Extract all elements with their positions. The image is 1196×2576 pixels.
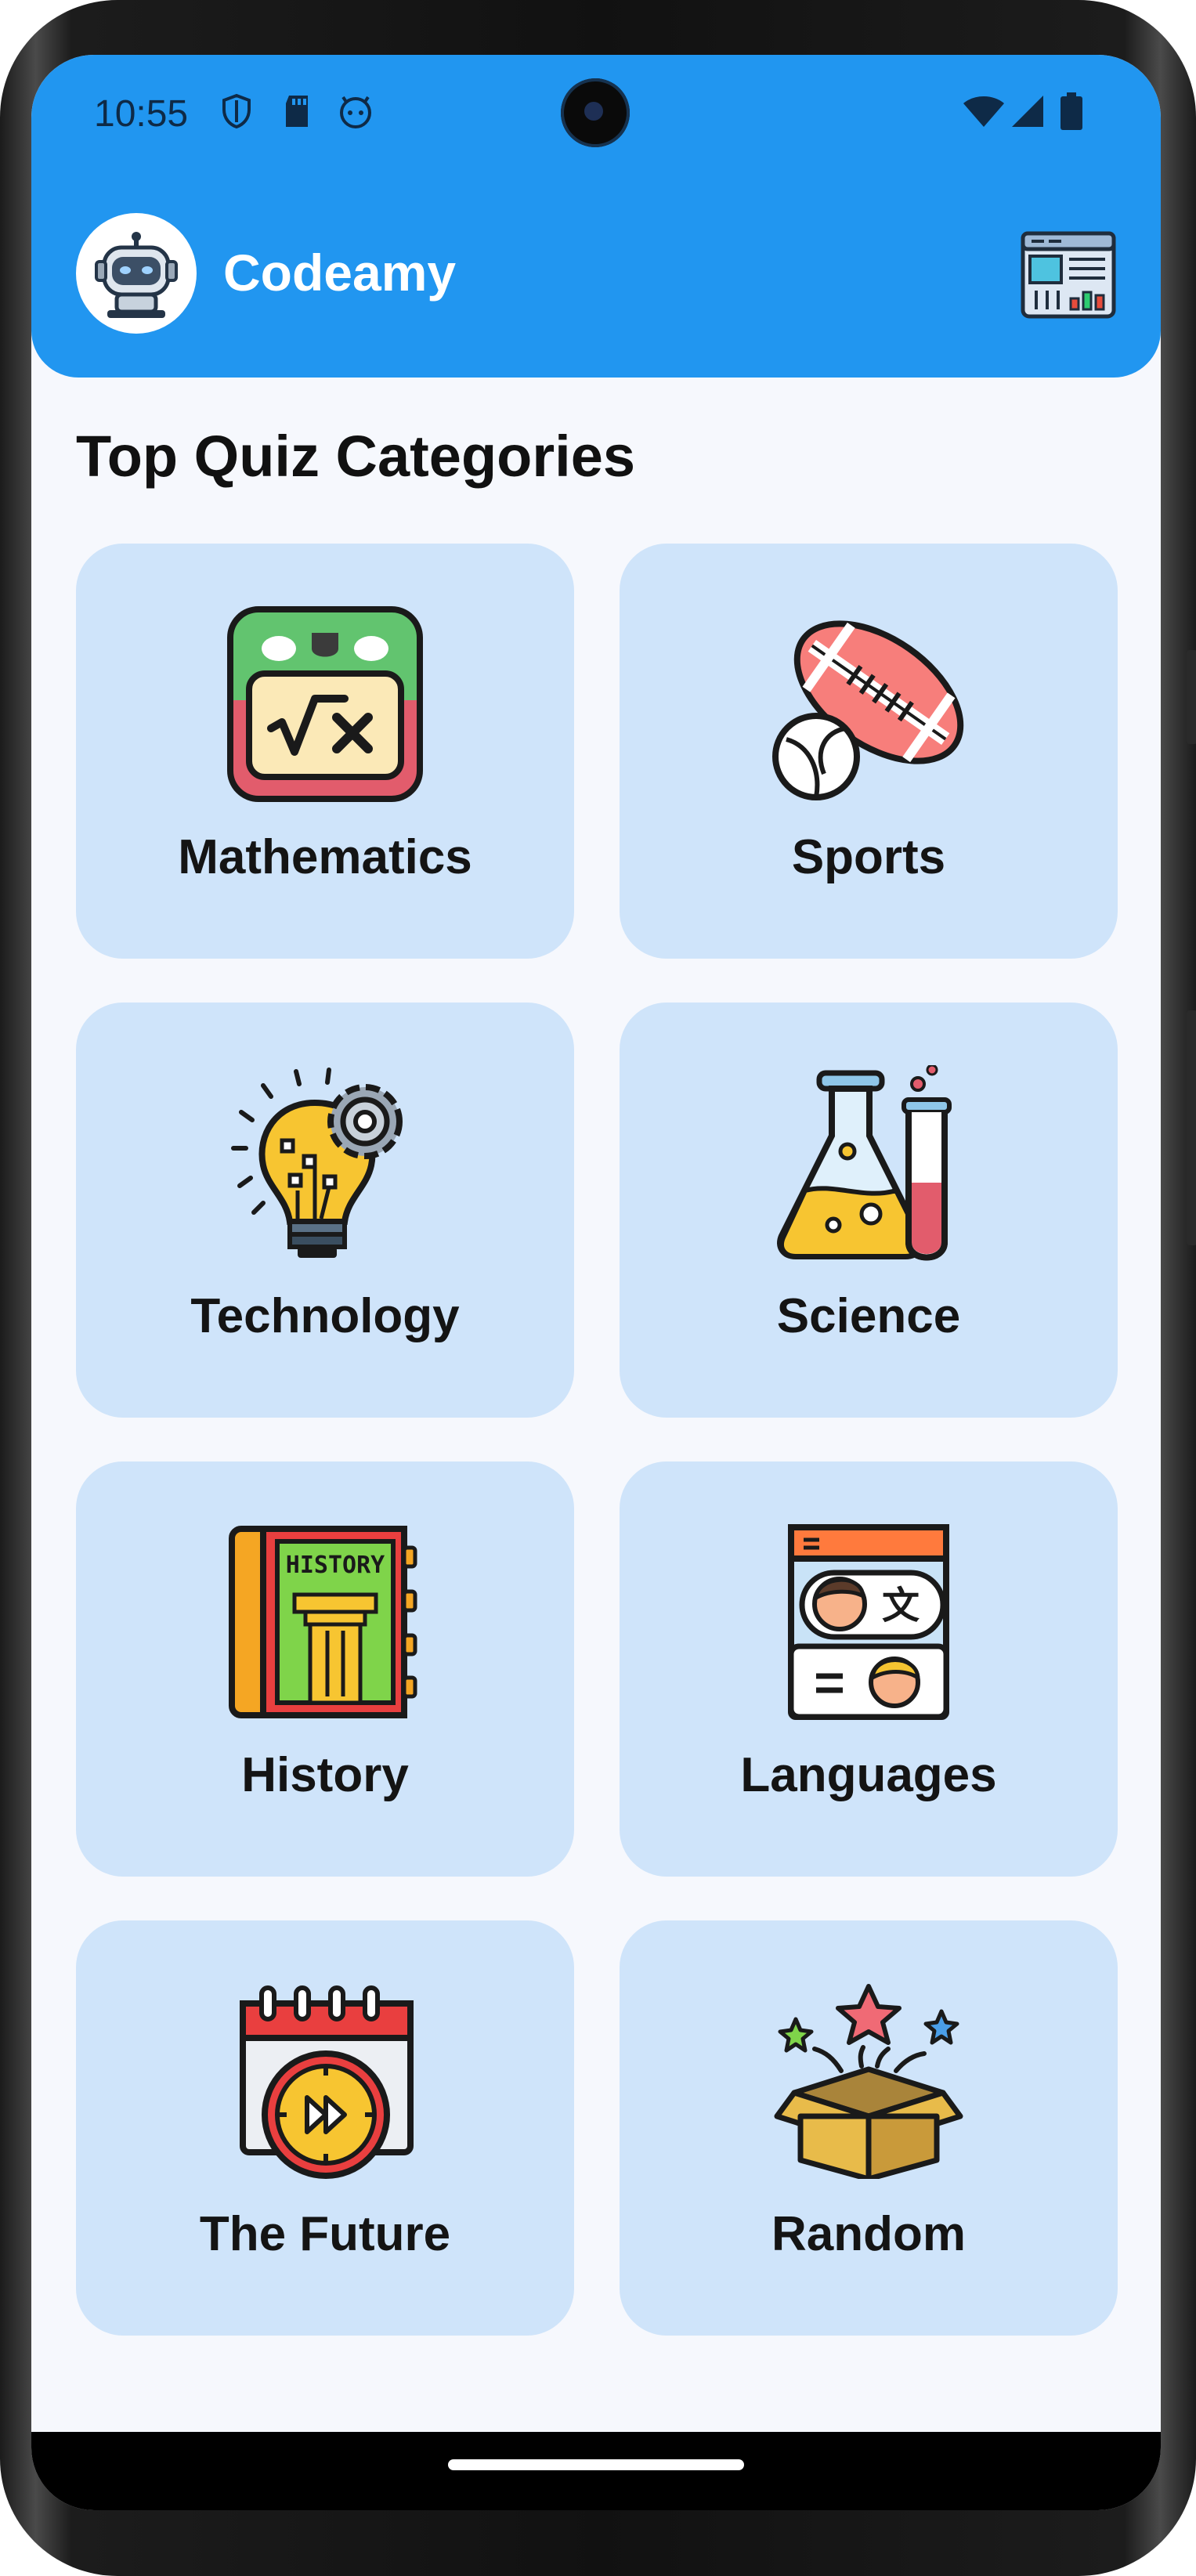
category-card-random[interactable]: Random — [620, 1920, 1118, 2336]
app-bar: 10:55 Codeamy — [31, 55, 1161, 378]
signal-icon — [1012, 96, 1043, 127]
category-label: Random — [771, 2207, 966, 2261]
avatar[interactable] — [76, 213, 197, 334]
wifi-icon — [963, 96, 1004, 127]
mystery-box-icon — [774, 1984, 963, 2179]
section-title: Top Quiz Categories — [76, 424, 636, 489]
volume-button — [1187, 1010, 1196, 1245]
screen: 10:55 Codeamy Top Quiz Categories Mathem… — [31, 55, 1161, 2510]
category-card-history[interactable]: HISTORY History — [76, 1461, 574, 1877]
battery-icon — [1061, 92, 1082, 130]
history-book-icon: HISTORY — [229, 1526, 417, 1718]
svg-text:HISTORY: HISTORY — [286, 1552, 385, 1579]
navigation-bar — [31, 2432, 1161, 2510]
android-face-icon — [340, 96, 371, 128]
home-gesture-handle[interactable] — [448, 2459, 744, 2470]
category-grid: Mathematics Sports Technology Science HI… — [76, 544, 1118, 2400]
device-frame: 10:55 Codeamy Top Quiz Categories Mathem… — [0, 0, 1196, 2576]
category-card-the-future[interactable]: The Future — [76, 1920, 574, 2336]
robot-icon — [95, 232, 178, 318]
category-label: History — [241, 1748, 409, 1802]
front-camera — [561, 78, 630, 147]
dashboard-icon — [1021, 231, 1116, 319]
category-card-sports[interactable]: Sports — [620, 544, 1118, 959]
svg-text:文: 文 — [882, 1584, 920, 1628]
shield-icon — [222, 93, 251, 129]
power-button — [1187, 650, 1196, 744]
lightbulb-gear-icon — [231, 1068, 403, 1258]
math-calculator-icon — [227, 606, 423, 802]
category-label: The Future — [199, 2207, 451, 2261]
category-label: Sports — [791, 830, 946, 884]
category-card-languages[interactable]: 文 Languages — [620, 1461, 1118, 1877]
sports-balls-icon — [772, 620, 964, 800]
category-card-mathematics[interactable]: Mathematics — [76, 544, 574, 959]
calendar-fast-forward-icon — [240, 1985, 414, 2179]
category-card-technology[interactable]: Technology — [76, 1003, 574, 1418]
status-time: 10:55 — [94, 93, 189, 135]
dashboard-button[interactable] — [1021, 231, 1116, 319]
category-label: Science — [776, 1289, 961, 1343]
translate-chat-icon: 文 — [788, 1524, 949, 1720]
category-label: Mathematics — [178, 830, 472, 884]
category-label: Languages — [740, 1748, 997, 1802]
category-card-science[interactable]: Science — [620, 1003, 1118, 1418]
flask-test-tube-icon — [777, 1065, 952, 1261]
category-label: Technology — [190, 1289, 460, 1343]
app-title: Codeamy — [223, 244, 457, 302]
sd-card-icon — [286, 96, 308, 127]
